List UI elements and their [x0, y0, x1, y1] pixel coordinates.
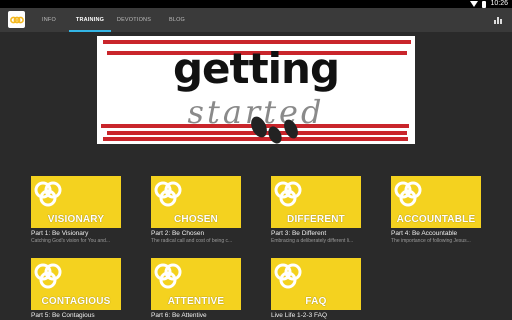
lesson-title: Part 6: Be Attentive	[151, 312, 207, 319]
banner-title: getting	[172, 44, 340, 93]
thumbnail-label: VISIONARY	[47, 214, 105, 225]
bar-chart-icon[interactable]	[494, 16, 502, 24]
tab-devotions[interactable]: DEVOTIONS	[111, 8, 157, 32]
thumbnail-label: ACCOUNTABLE	[396, 214, 476, 225]
battery-icon	[482, 0, 487, 8]
lesson-title: Part 3: Be Different	[271, 230, 327, 237]
logo-icon	[154, 263, 182, 289]
lesson-title: Live Life 1-2-3 FAQ	[271, 312, 327, 319]
lesson-card-accountable[interactable]: ACCOUNTABLE Part 4: Be Accountable The i…	[391, 176, 483, 245]
thumbnail-label: ATTENTIVE	[167, 296, 225, 307]
tab-bar: INFO TRAINING DEVOTIONS BLOG	[29, 8, 197, 32]
tab-training[interactable]: TRAINING	[69, 8, 111, 32]
logo-icon	[274, 263, 302, 289]
logo-icon	[34, 263, 62, 289]
status-bar: 10:26	[0, 0, 512, 8]
lesson-card-chosen[interactable]: CHOSEN Part 2: Be Chosen The radical cal…	[151, 176, 243, 245]
lesson-card-faq[interactable]: FAQ Live Life 1-2-3 FAQ	[271, 258, 363, 320]
lesson-thumbnail: FAQ	[271, 258, 361, 310]
app-logo-icon[interactable]	[8, 11, 25, 28]
lesson-thumbnail: DIFFERENT	[271, 176, 361, 228]
lesson-subtitle: The radical call and cost of being c...	[151, 238, 233, 244]
wifi-icon	[470, 1, 479, 7]
logo-icon	[154, 181, 182, 207]
thumbnail-label: FAQ	[305, 296, 327, 307]
getting-started-banner[interactable]: getting started	[97, 36, 415, 144]
lesson-title: Part 4: Be Accountable	[391, 230, 458, 237]
thumbnail-label: CONTAGIOUS	[41, 296, 111, 307]
lesson-subtitle: Catching God's vision for You and...	[31, 238, 111, 244]
status-time: 10:26	[490, 0, 508, 7]
lesson-card-different[interactable]: DIFFERENT Part 3: Be Different Embracing…	[271, 176, 363, 245]
logo-icon	[34, 181, 62, 207]
lesson-card-attentive[interactable]: ATTENTIVE Part 6: Be Attentive	[151, 258, 243, 320]
lesson-card-visionary[interactable]: VISIONARY Part 1: Be Visionary Catching …	[31, 176, 123, 245]
logo-icon	[394, 181, 422, 207]
lesson-subtitle: Embracing a deliberately different li...	[271, 238, 354, 244]
lesson-title: Part 1: Be Visionary	[31, 230, 89, 237]
lesson-subtitle: The importance of following Jesus...	[391, 238, 471, 244]
lesson-title: Part 5: Be Contagious	[31, 312, 95, 319]
footprints-icon	[251, 116, 298, 144]
lesson-thumbnail: ATTENTIVE	[151, 258, 241, 310]
status-icons: 10:26	[470, 0, 508, 8]
tab-blog[interactable]: BLOG	[157, 8, 197, 32]
logo-icon	[274, 181, 302, 207]
thumbnail-label: DIFFERENT	[287, 214, 345, 225]
tab-info[interactable]: INFO	[29, 8, 69, 32]
app-bar: INFO TRAINING DEVOTIONS BLOG	[0, 8, 512, 32]
lesson-card-contagious[interactable]: CONTAGIOUS Part 5: Be Contagious	[31, 258, 123, 320]
lesson-title: Part 2: Be Chosen	[151, 230, 205, 237]
lesson-thumbnail: ACCOUNTABLE	[391, 176, 481, 228]
lesson-thumbnail: CONTAGIOUS	[31, 258, 121, 310]
thumbnail-label: CHOSEN	[174, 214, 218, 225]
lesson-thumbnail: VISIONARY	[31, 176, 121, 228]
lesson-thumbnail: CHOSEN	[151, 176, 241, 228]
